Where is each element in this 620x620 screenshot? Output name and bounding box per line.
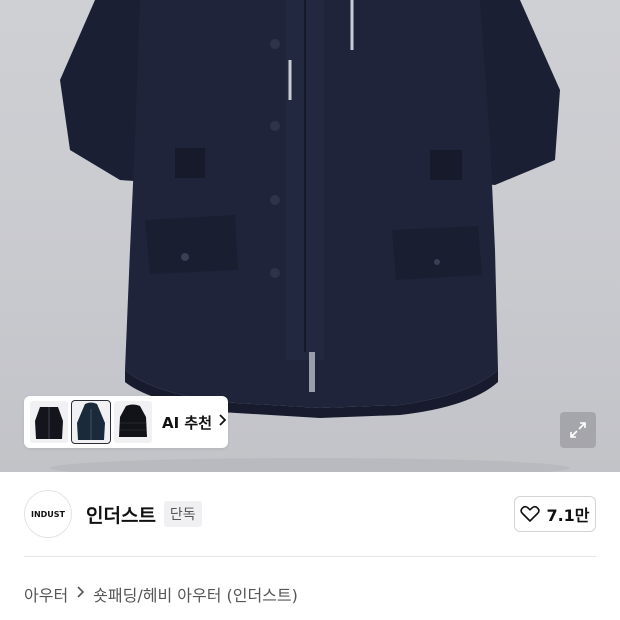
like-button[interactable]: 7.1만	[514, 496, 596, 532]
brand-logo[interactable]: INDUST	[24, 490, 72, 538]
black-jacket-thumb-image	[35, 407, 63, 439]
product-image[interactable]: AI 추천	[0, 0, 620, 472]
brand-logo-text: INDUST	[30, 509, 66, 519]
like-count: 7.1만	[546, 506, 590, 525]
heart-icon	[520, 505, 541, 523]
thumbnail-black-jacket[interactable]	[30, 401, 68, 443]
breadcrumb-item-outer[interactable]: 아우터	[24, 582, 68, 606]
expand-icon	[570, 422, 586, 438]
expand-image-button[interactable]	[560, 412, 596, 448]
chevron-right-icon	[218, 413, 228, 431]
thumbnail-navy-parka[interactable]	[71, 400, 111, 444]
thumbnail-black-puffer[interactable]	[114, 401, 152, 443]
black-puffer-thumb-image	[119, 404, 147, 437]
breadcrumb-item-category[interactable]: 숏패딩/헤비 아우터 (인더스트)	[93, 582, 298, 606]
ai-recommend-strip[interactable]: AI 추천	[24, 396, 228, 448]
brand-row: INDUST 인더스트 단독 7.1만	[24, 488, 596, 540]
ai-recommend-label: AI 추천	[162, 413, 213, 432]
breadcrumb: 아우터 숏패딩/헤비 아우터 (인더스트)	[24, 582, 298, 606]
chevron-right-icon	[76, 585, 85, 603]
brand-name[interactable]: 인더스트	[86, 501, 156, 528]
divider	[24, 556, 596, 557]
exclusive-badge: 단독	[163, 501, 202, 527]
navy-parka-thumb-image	[77, 402, 105, 440]
